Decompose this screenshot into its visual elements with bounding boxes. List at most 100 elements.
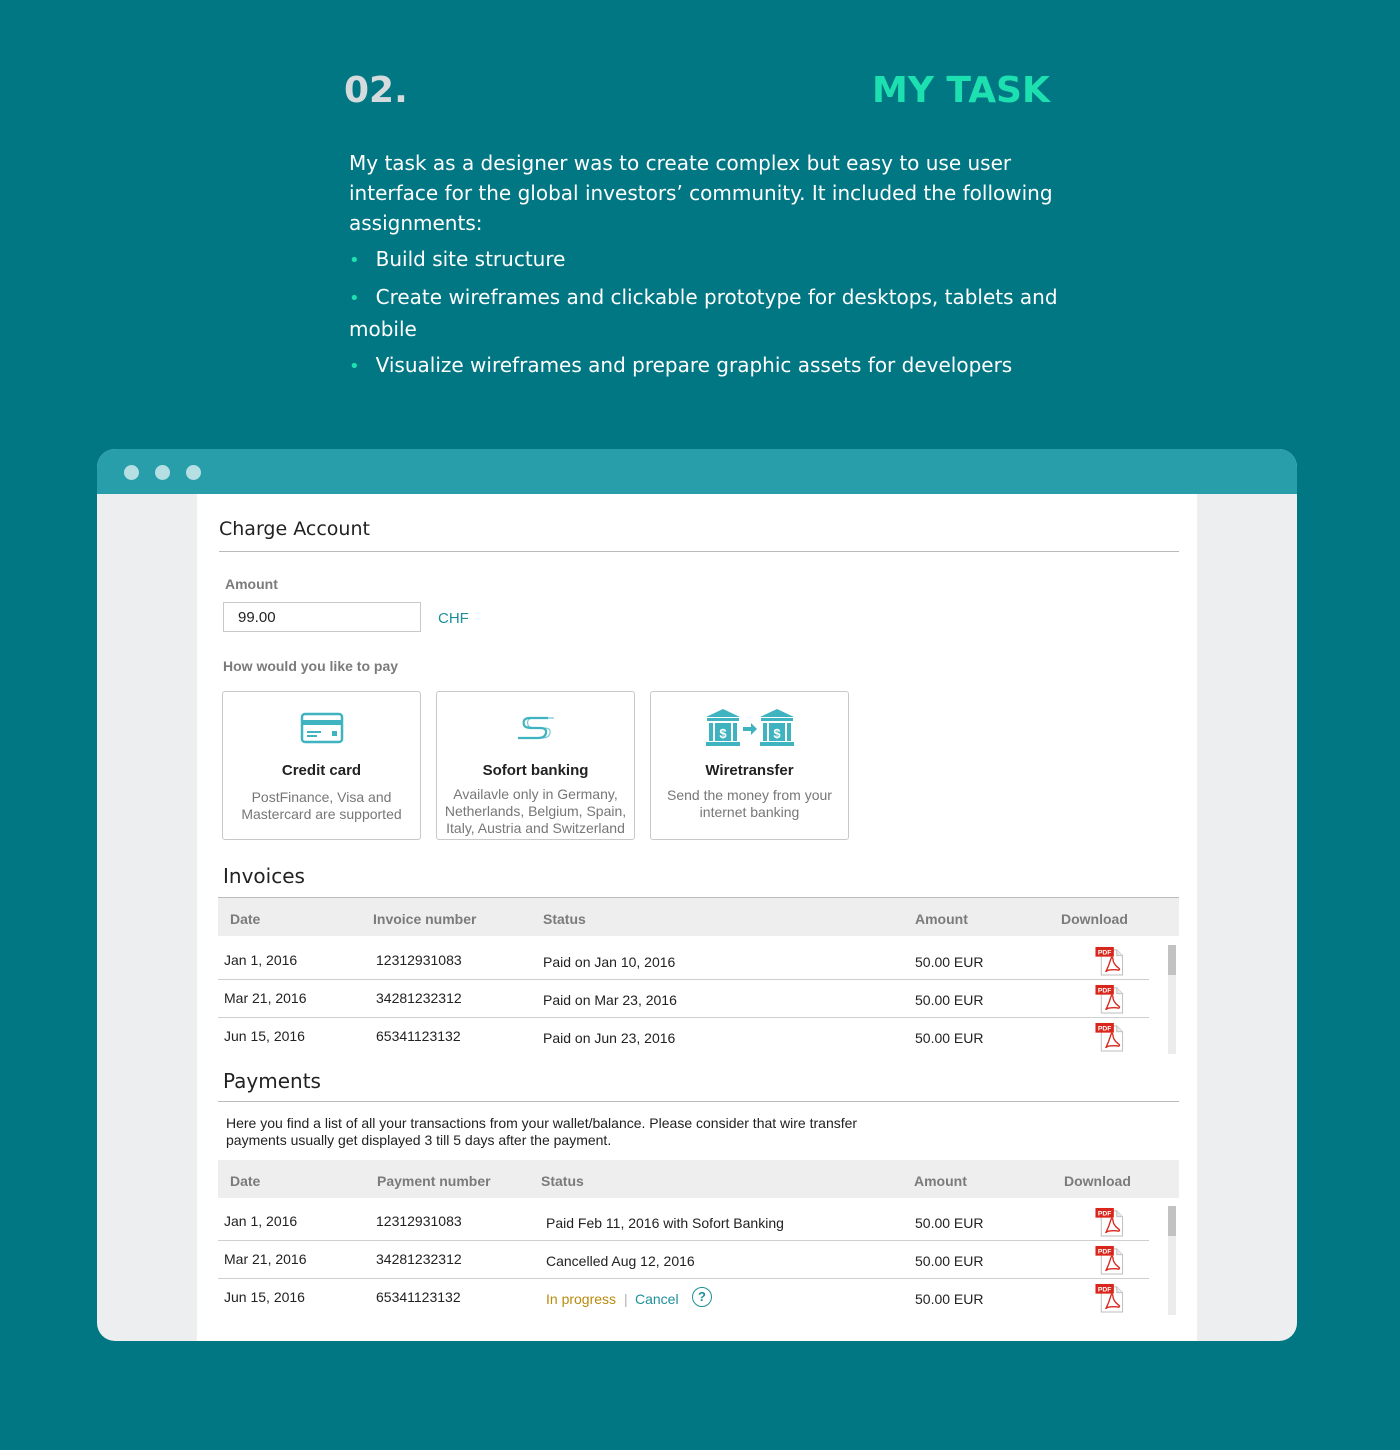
column-header[interactable]: Amount (915, 911, 968, 927)
pdf-download-icon[interactable]: PDF (1094, 946, 1125, 976)
cancel-payment-link[interactable]: Cancel (635, 1291, 679, 1307)
payment-method-title: Sofort banking (482, 762, 589, 779)
currency-label[interactable]: CHF (438, 610, 469, 627)
payment-amount: 50.00 EUR (915, 1253, 984, 1269)
status-separator: | (624, 1291, 628, 1307)
invoice-number: 12312931083 (376, 952, 462, 968)
payment-number: 65341123132 (376, 1289, 461, 1305)
invoices-table-header: Date Invoice number Status Amount Downlo… (218, 898, 1179, 936)
help-icon[interactable]: ? (692, 1287, 712, 1307)
column-header[interactable]: Status (541, 1173, 584, 1189)
assignment-item: • Visualize wireframes and prepare graphi… (349, 350, 1069, 382)
section-number: 02. (344, 70, 408, 111)
svg-text:PDF: PDF (1098, 1026, 1112, 1033)
pay-method-label: How would you like to pay (223, 658, 399, 674)
column-header[interactable]: Invoice number (373, 911, 476, 927)
svg-text:PDF: PDF (1098, 950, 1112, 957)
bullet-icon: • (349, 356, 360, 377)
pdf-download-icon[interactable]: PDF (1094, 1207, 1125, 1237)
payment-status: Paid Feb 11, 2016 with Sofort Banking (546, 1215, 784, 1231)
scrollbar-thumb[interactable] (1168, 1206, 1176, 1236)
invoice-date: Jun 15, 2016 (224, 1028, 305, 1044)
divider (219, 551, 1179, 552)
payments-title: Payments (223, 1069, 321, 1093)
payments-scrollbar[interactable] (1168, 1206, 1176, 1315)
payment-amount: 50.00 EUR (915, 1291, 984, 1307)
invoice-number: 34281232312 (376, 990, 462, 1006)
invoice-number: 65341123132 (376, 1028, 461, 1044)
amount-input[interactable] (223, 602, 421, 632)
invoice-status: Paid on Jan 10, 2016 (543, 954, 676, 970)
column-header[interactable]: Download (1061, 911, 1128, 927)
payment-method-wiretransfer[interactable]: $ $ Wiretransfer Send the money from you… (650, 691, 849, 840)
invoice-amount: 50.00 EUR (915, 954, 984, 970)
payment-date: Jun 15, 2016 (224, 1289, 305, 1305)
invoice-amount: 50.00 EUR (915, 992, 984, 1008)
pdf-download-icon[interactable]: PDF (1094, 984, 1125, 1014)
svg-text:PDF: PDF (1098, 988, 1112, 995)
divider (218, 979, 1149, 980)
payment-method-title: Wiretransfer (705, 762, 794, 779)
payment-method-desc: Send the money from your internet bankin… (667, 787, 832, 820)
payment-date: Jan 1, 2016 (224, 1213, 298, 1229)
column-header[interactable]: Date (230, 911, 260, 927)
invoices-title: Invoices (223, 864, 305, 888)
column-header[interactable]: Download (1064, 1173, 1131, 1189)
column-header[interactable]: Amount (914, 1173, 967, 1189)
assignment-item: • Create wireframes and clickable prototy… (349, 282, 1069, 344)
assignment-list: • Build site structure • Create wireframes… (349, 244, 1069, 382)
assignment-item: • Build site structure (349, 244, 1069, 276)
browser-window: Charge Account Amount CHF How would you … (97, 449, 1297, 1341)
pdf-download-icon[interactable]: PDF (1094, 1245, 1125, 1275)
svg-text:$: $ (773, 726, 781, 741)
amount-label: Amount (225, 576, 278, 592)
intro-text-block: My task as a designer was to create comp… (349, 148, 1069, 388)
column-header[interactable]: Date (230, 1173, 260, 1189)
bullet-icon: • (349, 250, 360, 271)
in-progress-status: In progress (546, 1291, 617, 1307)
invoice-status: Paid on Mar 23, 2016 (543, 992, 677, 1008)
svg-text:PDF: PDF (1098, 1249, 1112, 1256)
invoice-status: Paid on Jun 23, 2016 (543, 1030, 676, 1046)
payment-date: Mar 21, 2016 (224, 1251, 307, 1267)
payment-method-desc: Availavle only in Germany, Netherlands, … (444, 786, 627, 836)
divider (218, 1101, 1179, 1102)
assignment-text: Build site structure (375, 247, 566, 271)
invoice-date: Jan 1, 2016 (224, 952, 298, 968)
svg-text:PDF: PDF (1098, 1211, 1112, 1218)
payment-method-credit-card[interactable]: Credit card PostFinance, Visa and Master… (222, 691, 421, 840)
credit-card-icon (223, 708, 420, 748)
window-dot-icon (155, 465, 170, 480)
section-title: MY TASK (872, 70, 1050, 111)
payments-table-header: Date Payment number Status Amount Downlo… (218, 1160, 1179, 1198)
payments-description: Here you find a list of all your transac… (226, 1115, 858, 1148)
bullet-icon: • (349, 288, 360, 309)
divider (218, 1017, 1149, 1018)
intro-paragraph: My task as a designer was to create comp… (349, 151, 1053, 235)
svg-text:$: $ (719, 726, 727, 741)
window-dot-icon (124, 465, 139, 480)
svg-text:PDF: PDF (1098, 1287, 1112, 1294)
payment-method-title: Credit card (281, 762, 362, 779)
payment-method-sofort[interactable]: Sofort banking Availavle only in Germany… (436, 691, 635, 840)
payment-number: 34281232312 (376, 1251, 462, 1267)
invoices-scrollbar[interactable] (1168, 945, 1176, 1054)
scrollbar-thumb[interactable] (1168, 945, 1176, 975)
divider (218, 1278, 1149, 1279)
column-header[interactable]: Status (543, 911, 586, 927)
content-panel: Charge Account Amount CHF How would you … (197, 494, 1197, 1341)
invoice-amount: 50.00 EUR (915, 1030, 984, 1046)
bank-transfer-icon: $ $ (651, 708, 848, 748)
pdf-download-icon[interactable]: PDF (1094, 1283, 1125, 1313)
assignment-text: Visualize wireframes and prepare graphic… (375, 353, 1013, 377)
payment-amount: 50.00 EUR (915, 1215, 984, 1231)
pdf-download-icon[interactable]: PDF (1094, 1022, 1125, 1052)
window-titlebar (97, 449, 1297, 494)
payment-number: 12312931083 (376, 1213, 462, 1229)
divider (218, 1240, 1149, 1241)
charge-account-title: Charge Account (219, 518, 370, 540)
column-header[interactable]: Payment number (377, 1173, 491, 1189)
payment-status: Cancelled Aug 12, 2016 (546, 1253, 695, 1269)
window-dot-icon (186, 465, 201, 480)
payment-method-desc: PostFinance, Visa and Mastercard are sup… (241, 789, 402, 822)
